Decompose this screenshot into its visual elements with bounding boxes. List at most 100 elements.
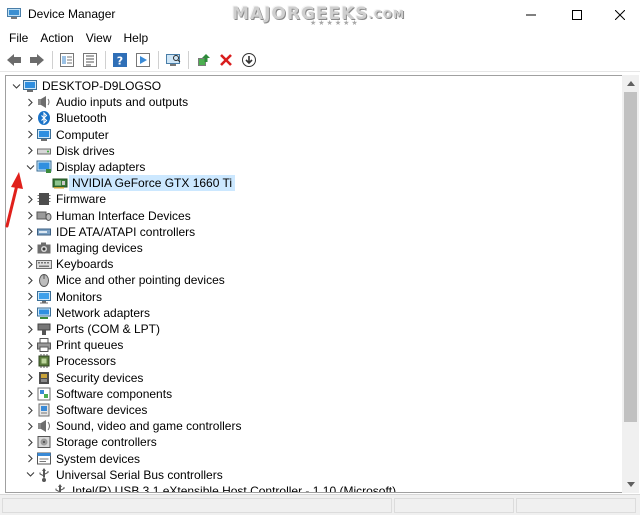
tree-item-print-queues[interactable]: Print queues <box>24 337 123 353</box>
scan-hardware-button[interactable] <box>163 50 183 70</box>
status-pane-secondary <box>394 498 514 513</box>
tree-item-label: Display adapters <box>56 160 146 174</box>
tree-item-imaging-devices[interactable]: Imaging devices <box>24 240 143 256</box>
tree-item-firmware[interactable]: Firmware <box>24 191 106 207</box>
tree-item-universal-serial-bus-controllers[interactable]: Universal Serial Bus controllers <box>24 467 223 483</box>
tree-item-computer[interactable]: Computer <box>24 127 109 143</box>
scrollbar-thumb[interactable] <box>624 92 637 422</box>
chevron-right-icon[interactable] <box>24 208 36 224</box>
tree-item-sound-video-and-game-controllers[interactable]: Sound, video and game controllers <box>24 418 241 434</box>
chevron-right-icon[interactable] <box>24 256 36 272</box>
scan-hardware-icon <box>166 53 181 66</box>
chevron-right-icon[interactable] <box>24 353 36 369</box>
camera-icon <box>36 240 52 256</box>
tree-item-label: Network adapters <box>56 305 151 320</box>
tree-item-ports-com-lpt[interactable]: Ports (COM & LPT) <box>24 321 160 337</box>
port-icon <box>36 321 52 337</box>
tree-view-button[interactable] <box>80 50 100 70</box>
maximize-button[interactable] <box>554 0 600 29</box>
security-icon <box>36 370 52 386</box>
chevron-right-icon[interactable] <box>24 321 36 337</box>
tree-item-nvidia-gpu[interactable]: NVIDIA GeForce GTX 1660 Ti <box>40 175 236 192</box>
chevron-right-icon[interactable] <box>24 402 36 418</box>
chevron-right-icon[interactable] <box>24 110 36 126</box>
tree-item-label: Storage controllers <box>56 435 157 450</box>
chevron-right-icon[interactable] <box>24 143 36 159</box>
tree-item-label: Human Interface Devices <box>56 208 191 223</box>
chevron-right-icon[interactable] <box>24 289 36 305</box>
bluetooth-icon <box>36 110 52 126</box>
tree-item-storage-controllers[interactable]: Storage controllers <box>24 434 157 450</box>
tree-item-label: Disk drives <box>56 143 115 158</box>
gpu-icon <box>52 175 68 191</box>
tree-item-monitors[interactable]: Monitors <box>24 289 102 305</box>
scroll-down-button[interactable] <box>622 476 639 493</box>
chevron-down-icon[interactable] <box>24 467 36 483</box>
tree-item-label: Audio inputs and outputs <box>56 95 189 110</box>
chevron-right-icon[interactable] <box>24 451 36 467</box>
chevron-right-icon[interactable] <box>24 94 36 110</box>
chevron-down-icon[interactable] <box>10 78 22 94</box>
tree-item-disk-drives[interactable]: Disk drives <box>24 143 115 159</box>
uninstall-button[interactable] <box>216 50 236 70</box>
download-button[interactable] <box>239 50 259 70</box>
tree-item-display-adapters[interactable]: Display adapters <box>24 159 145 175</box>
toolbar-separator <box>52 50 53 69</box>
back-button[interactable] <box>4 50 24 70</box>
tree-item-mice-and-other-pointing-devices[interactable]: Mice and other pointing devices <box>24 272 225 288</box>
chevron-right-icon[interactable] <box>24 337 36 353</box>
chevron-right-icon[interactable] <box>24 224 36 240</box>
chevron-right-icon[interactable] <box>24 370 36 386</box>
help-button[interactable]: ? <box>110 50 130 70</box>
tree-root-computer[interactable]: DESKTOP-D9LOGSO <box>10 78 161 94</box>
close-button[interactable] <box>600 0 640 29</box>
tree-item-security-devices[interactable]: Security devices <box>24 370 143 386</box>
tree-item-software-devices[interactable]: Software devices <box>24 402 147 418</box>
tree-item-usb-host-controller[interactable]: Intel(R) USB 3.1 eXtensible Host Control… <box>40 483 397 493</box>
computer-root-icon <box>22 78 38 94</box>
status-bar <box>0 494 640 515</box>
tree-item-label: Firmware <box>56 192 106 207</box>
vertical-scrollbar[interactable] <box>622 75 639 493</box>
tree-item-keyboards[interactable]: Keyboards <box>24 256 113 272</box>
chevron-right-icon[interactable] <box>24 272 36 288</box>
chevron-down-icon[interactable] <box>24 159 36 175</box>
forward-button[interactable] <box>27 50 47 70</box>
chevron-right-icon[interactable] <box>24 418 36 434</box>
properties-view-button[interactable] <box>57 50 77 70</box>
tree-item-processors[interactable]: Processors <box>24 353 116 369</box>
tree-item-human-interface-devices[interactable]: Human Interface Devices <box>24 208 191 224</box>
chevron-right-icon[interactable] <box>24 127 36 143</box>
mouse-icon <box>36 272 52 288</box>
tree-item-bluetooth[interactable]: Bluetooth <box>24 110 107 126</box>
tree-item-system-devices[interactable]: System devices <box>24 451 140 467</box>
menu-action[interactable]: Action <box>34 29 79 48</box>
tree-item-label: Intel(R) USB 3.1 eXtensible Host Control… <box>72 484 397 493</box>
tree-item-ide-ata-atapi-controllers[interactable]: IDE ATA/ATAPI controllers <box>24 224 195 240</box>
chevron-right-icon[interactable] <box>24 386 36 402</box>
tree-item-label: NVIDIA GeForce GTX 1660 Ti <box>69 175 236 192</box>
network-icon <box>36 305 52 321</box>
tree-item-label: Software devices <box>56 403 148 417</box>
run-button[interactable] <box>133 50 153 70</box>
tree-item-network-adapters[interactable]: Network adapters <box>24 305 150 321</box>
chevron-right-icon[interactable] <box>24 191 36 207</box>
update-driver-button[interactable] <box>193 50 213 70</box>
chevron-right-icon[interactable] <box>24 240 36 256</box>
tree-view-icon <box>83 52 97 67</box>
chevron-right-icon[interactable] <box>24 305 36 321</box>
speaker-icon <box>36 94 52 110</box>
tree-item-audio-inputs-and-outputs[interactable]: Audio inputs and outputs <box>24 94 188 110</box>
scroll-up-icon <box>626 81 635 86</box>
hid-icon <box>36 208 52 224</box>
menu-help[interactable]: Help <box>118 29 155 48</box>
scroll-up-button[interactable] <box>622 75 639 92</box>
tree-item-label: Computer <box>56 127 109 142</box>
disk-icon <box>36 143 52 159</box>
scroll-down-icon <box>626 482 635 487</box>
menu-view[interactable]: View <box>80 29 118 48</box>
tree-item-software-components[interactable]: Software components <box>24 386 172 402</box>
chevron-right-icon[interactable] <box>24 434 36 450</box>
menu-file[interactable]: File <box>3 29 34 48</box>
minimize-button[interactable] <box>508 0 554 29</box>
